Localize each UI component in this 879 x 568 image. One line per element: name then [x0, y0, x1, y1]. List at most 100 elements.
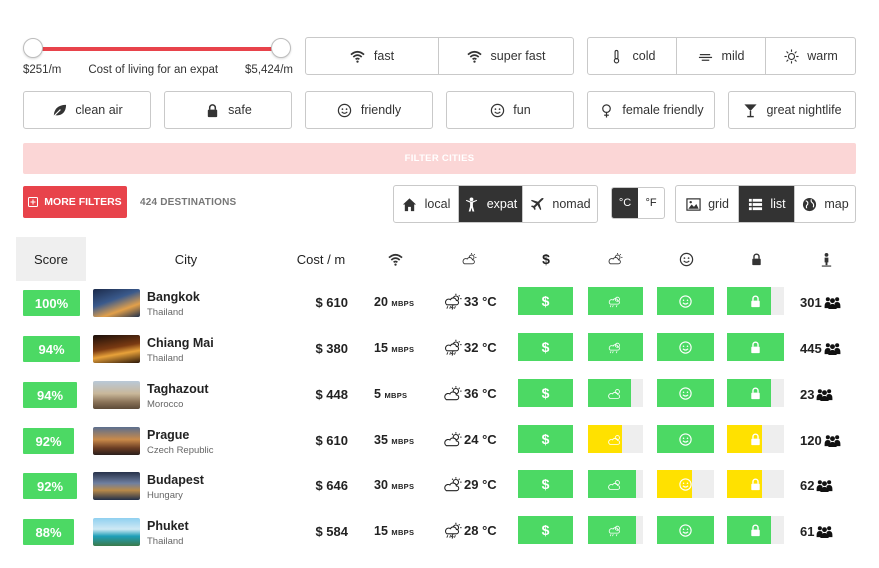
fahrenheit-button[interactable]: °F: [638, 188, 664, 218]
sun-cloud-icon: [462, 251, 478, 267]
mode-nomad-button[interactable]: nomad: [523, 186, 597, 222]
slider-track[interactable]: [31, 47, 281, 51]
city-thumbnail[interactable]: [93, 289, 140, 317]
city-thumbnail[interactable]: [93, 381, 140, 409]
lock-icon: [727, 425, 784, 453]
score-badge: 88%: [23, 519, 74, 545]
cost-column-header[interactable]: Cost / m: [286, 237, 356, 281]
dollar-icon: $: [541, 293, 550, 309]
fun-label: fun: [513, 103, 531, 117]
climate-column-header[interactable]: [604, 237, 628, 281]
weather: 36 °C: [444, 385, 497, 402]
country-name: Thailand: [147, 353, 184, 364]
mode-local-button[interactable]: local: [394, 186, 459, 222]
cost-score-bar: $: [518, 287, 573, 315]
city-column-header[interactable]: City: [156, 237, 216, 281]
person-icon: [818, 251, 834, 267]
warm-button[interactable]: warm: [766, 38, 855, 74]
monthly-cost: $ 610: [315, 295, 348, 310]
smile-icon: [657, 470, 714, 498]
mode-expat-button[interactable]: expat: [459, 186, 523, 222]
dollar-icon: $: [542, 251, 550, 267]
city-name[interactable]: Prague: [147, 428, 189, 442]
fun-button[interactable]: fun: [446, 91, 574, 129]
great-nightlife-button[interactable]: great nightlife: [728, 91, 856, 129]
destination-count: 424 DESTINATIONS: [140, 197, 237, 208]
city-name[interactable]: Chiang Mai: [147, 336, 214, 350]
weather: 33 °C: [444, 293, 497, 310]
sun-cloud-icon: [444, 431, 463, 448]
temperature-value: 28 °C: [464, 523, 497, 538]
dollar-icon: $: [541, 339, 550, 355]
group-icon: [824, 434, 841, 447]
filter-cities-button[interactable]: FILTER CITIES: [23, 143, 856, 174]
safety-bar: [727, 470, 784, 498]
slider-min-handle[interactable]: [23, 38, 43, 58]
population-column-header[interactable]: [816, 237, 836, 281]
female-icon: [598, 102, 614, 118]
population: 23: [800, 387, 833, 402]
cold-button[interactable]: cold: [588, 38, 677, 74]
view-map-button[interactable]: map: [795, 186, 855, 222]
view-toggle: grid list map: [675, 185, 856, 223]
score-badge: 92%: [23, 428, 74, 454]
city-thumbnail[interactable]: [93, 518, 140, 546]
table-row[interactable]: 100% Bangkok Thailand $ 610 20 MBPS 33 °…: [0, 283, 879, 329]
lock-icon: [727, 287, 784, 315]
cocktail-icon: [742, 102, 758, 118]
city-name[interactable]: Taghazout: [147, 382, 209, 396]
storm-icon: [444, 293, 463, 310]
safe-button[interactable]: safe: [164, 91, 292, 129]
city-thumbnail[interactable]: [93, 472, 140, 500]
population: 62: [800, 478, 833, 493]
speed-value: 15: [374, 341, 388, 355]
mild-button[interactable]: mild: [677, 38, 766, 74]
table-row[interactable]: 92% Budapest Hungary $ 646 30 MBPS 29 °C…: [0, 466, 879, 512]
safety-bar: [727, 379, 784, 407]
friendly-column-header[interactable]: [676, 237, 696, 281]
image-icon: [685, 196, 701, 212]
view-grid-button[interactable]: grid: [676, 186, 739, 222]
city-thumbnail[interactable]: [93, 427, 140, 455]
safety-column-header[interactable]: [746, 237, 766, 281]
cost-score-column-header[interactable]: $: [536, 237, 556, 281]
sun-cloud-icon: [444, 476, 463, 493]
mode-local-label: local: [424, 197, 451, 211]
temperature-unit-toggle: °C °F: [611, 187, 665, 219]
fast-label: fast: [373, 49, 395, 63]
more-filters-button[interactable]: MORE FILTERS: [23, 186, 127, 218]
speed-unit: MBPS: [391, 482, 415, 491]
table-row[interactable]: 92% Prague Czech Republic $ 610 35 MBPS …: [0, 421, 879, 467]
score-column-header[interactable]: Score: [16, 237, 86, 281]
female-friendly-button[interactable]: female friendly: [587, 91, 715, 129]
weather-column-header[interactable]: [458, 237, 482, 281]
cost-slider[interactable]: $251/m Cost of living for an expat $5,42…: [23, 38, 293, 82]
internet-column-header[interactable]: [384, 237, 406, 281]
city-thumbnail[interactable]: [93, 335, 140, 363]
fast-internet-button[interactable]: fast: [306, 38, 439, 74]
city-name[interactable]: Budapest: [147, 473, 204, 487]
table-row[interactable]: 88% Phuket Thailand $ 584 15 MBPS 28 °C …: [0, 512, 879, 558]
population-value: 62: [800, 478, 815, 493]
speed-unit: MBPS: [391, 299, 415, 308]
friendly-button[interactable]: friendly: [305, 91, 433, 129]
table-row[interactable]: 94% Chiang Mai Thailand $ 380 15 MBPS 32…: [0, 329, 879, 375]
table-row[interactable]: 94% Taghazout Morocco $ 448 5 MBPS 36 °C…: [0, 375, 879, 421]
cost-score-bar: $: [518, 470, 573, 498]
celsius-button[interactable]: °C: [612, 188, 638, 218]
friendly-bar: [657, 287, 714, 315]
view-list-button[interactable]: list: [739, 186, 795, 222]
super-fast-internet-button[interactable]: super fast: [439, 38, 573, 74]
slider-max-handle[interactable]: [271, 38, 291, 58]
smile-icon: [657, 425, 714, 453]
city-name[interactable]: Bangkok: [147, 290, 200, 304]
view-list-label: list: [770, 197, 786, 211]
population-value: 61: [800, 524, 815, 539]
sun-icon: [783, 48, 799, 64]
weather: 28 °C: [444, 522, 497, 539]
clean-air-button[interactable]: clean air: [23, 91, 151, 129]
score-badge: 100%: [23, 290, 80, 316]
friendly-bar: [657, 516, 714, 544]
city-name[interactable]: Phuket: [147, 519, 189, 533]
clean-air-label: clean air: [75, 103, 123, 117]
